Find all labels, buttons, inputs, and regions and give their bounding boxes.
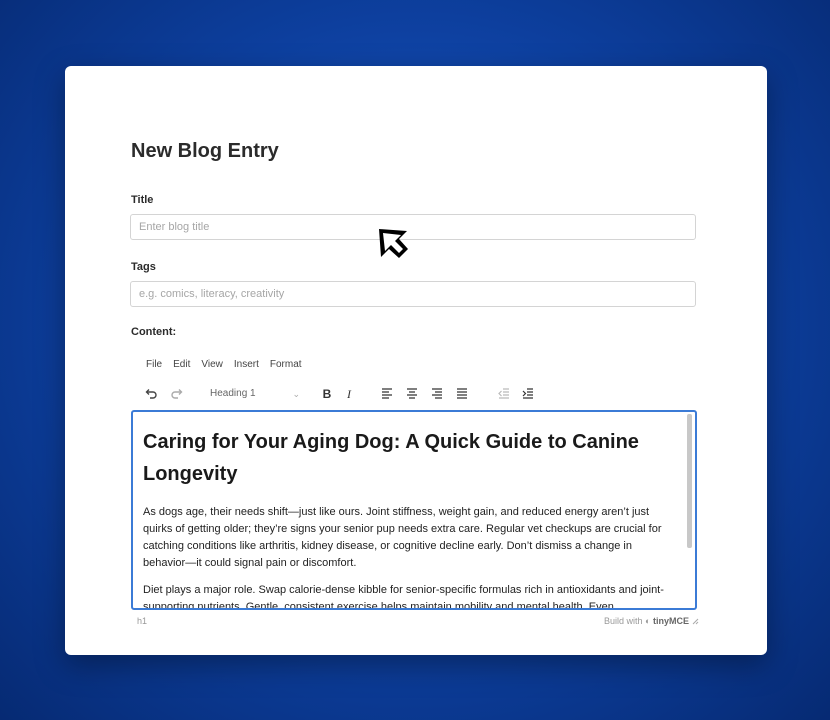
editor-heading[interactable]: Caring for Your Aging Dog: A Quick Guide… <box>143 426 673 490</box>
align-justify-icon[interactable] <box>456 384 470 404</box>
content-label: Content: <box>131 326 177 338</box>
editor-menubar: File Edit View Insert Format <box>146 359 313 370</box>
element-path[interactable]: h1 <box>137 616 147 626</box>
editor-paragraph[interactable]: Diet plays a major role. Swap calorie-de… <box>143 582 673 608</box>
editor-paragraph[interactable]: As dogs age, their needs shift—just like… <box>143 504 673 572</box>
block-format-value: Heading 1 <box>210 388 256 399</box>
menu-view[interactable]: View <box>201 359 223 370</box>
tags-label: Tags <box>131 261 156 273</box>
editor-branding[interactable]: Build with ◐ tinyMCE <box>604 616 689 626</box>
resize-handle-icon[interactable] <box>691 616 699 628</box>
branding-name: tinyMCE <box>653 616 689 626</box>
align-right-icon[interactable] <box>431 384 445 404</box>
italic-icon[interactable]: I <box>342 384 356 404</box>
block-format-select[interactable]: Heading 1 ⌄ <box>204 384 306 404</box>
redo-icon[interactable] <box>170 384 186 404</box>
editor-statusbar: h1 Build with ◐ tinyMCE <box>137 616 699 628</box>
bold-icon[interactable]: B <box>320 384 334 404</box>
tinymce-logo-icon: ◐ <box>645 616 651 626</box>
menu-file[interactable]: File <box>146 359 162 370</box>
chevron-down-icon: ⌄ <box>292 389 300 399</box>
mouse-cursor-icon <box>377 227 411 266</box>
menu-edit[interactable]: Edit <box>173 359 190 370</box>
align-center-icon[interactable] <box>406 384 420 404</box>
menu-insert[interactable]: Insert <box>234 359 259 370</box>
menu-format[interactable]: Format <box>270 359 302 370</box>
title-input[interactable] <box>130 214 696 240</box>
editor-toolbar: Heading 1 ⌄ B I <box>144 384 634 404</box>
editor-scrollbar[interactable] <box>687 414 692 548</box>
blog-entry-card: New Blog Entry Title Tags Content: File … <box>65 66 767 655</box>
indent-icon[interactable] <box>522 384 536 404</box>
outdent-icon[interactable] <box>498 384 512 404</box>
rich-text-editor[interactable]: Caring for Your Aging Dog: A Quick Guide… <box>131 410 697 610</box>
undo-icon[interactable] <box>144 384 160 404</box>
branding-prefix: Build with <box>604 616 643 626</box>
editor-content[interactable]: Caring for Your Aging Dog: A Quick Guide… <box>143 426 673 608</box>
page-title: New Blog Entry <box>131 140 279 162</box>
align-left-icon[interactable] <box>381 384 395 404</box>
tags-input[interactable] <box>130 281 696 307</box>
title-label: Title <box>131 194 154 206</box>
